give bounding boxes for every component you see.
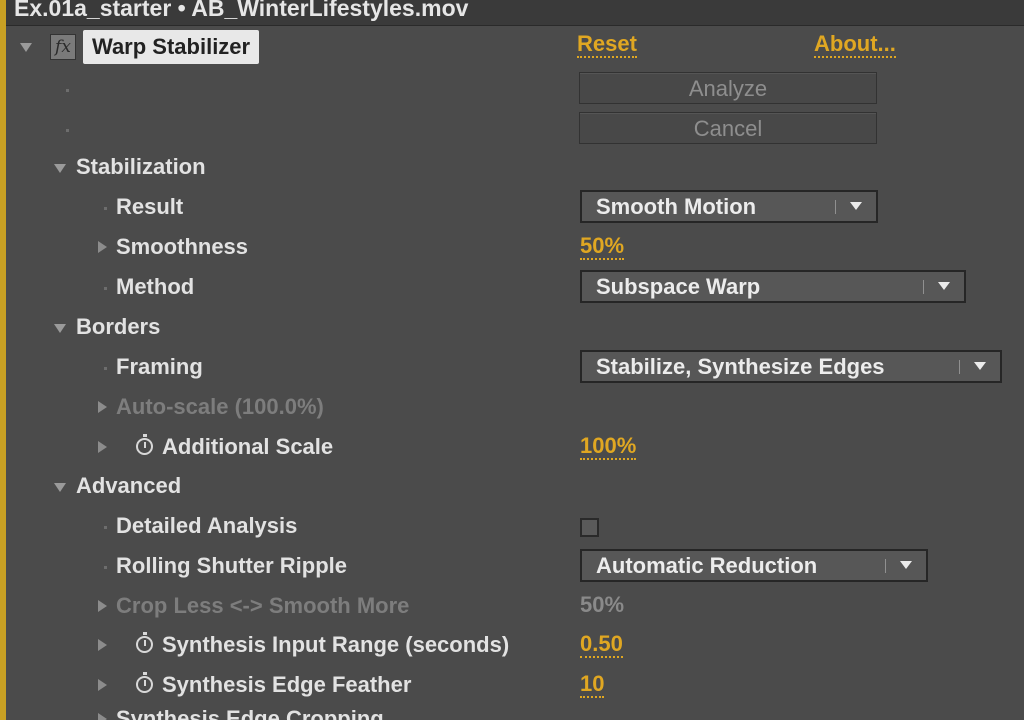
property-label: Additional Scale (162, 434, 334, 459)
framing-row: Framing Stabilize, Synthesize Edges (6, 348, 1024, 388)
property-label: Framing (116, 354, 203, 379)
group-label: Advanced (76, 473, 182, 498)
cancel-button[interactable]: Cancel (579, 112, 877, 144)
advanced-group[interactable]: Advanced (6, 467, 1024, 507)
property-label: Smoothness (116, 234, 249, 259)
effect-name[interactable]: Warp Stabilizer (83, 30, 260, 64)
smoothness-row: Smoothness 50% (6, 228, 1024, 268)
twirl-closed-icon[interactable] (98, 679, 107, 691)
property-label: Result (116, 194, 184, 219)
detailed-analysis-row: Detailed Analysis (6, 507, 1024, 547)
chevron-down-icon (938, 282, 950, 290)
result-dropdown[interactable]: Smooth Motion (580, 190, 878, 223)
effect-header-row[interactable]: fx Warp Stabilizer Reset About... (6, 28, 1024, 68)
panel-title: Ex.01a_starter • AB_WinterLifestyles.mov (6, 0, 1024, 26)
synthesis-input-range-value[interactable]: 0.50 (580, 632, 623, 658)
row-dot (66, 129, 69, 132)
twirl-closed-icon[interactable] (98, 713, 107, 720)
cancel-row: Cancel (6, 110, 1024, 150)
dropdown-value: Automatic Reduction (596, 553, 818, 578)
dropdown-value: Smooth Motion (596, 194, 757, 219)
chevron-down-icon (900, 561, 912, 569)
chevron-down-icon (974, 362, 986, 370)
dropdown-separator (885, 559, 886, 573)
twirl-closed-icon[interactable] (98, 600, 107, 612)
group-label: Stabilization (76, 154, 206, 179)
property-label: Crop Less <-> Smooth More (116, 593, 410, 618)
method-dropdown[interactable]: Subspace Warp (580, 270, 966, 303)
property-label: Synthesis Edge Cropping (116, 706, 384, 720)
dropdown-value: Stabilize, Synthesize Edges (596, 354, 885, 379)
effect-controls-panel: Ex.01a_starter • AB_WinterLifestyles.mov… (0, 0, 1024, 720)
twirl-closed-icon[interactable] (98, 441, 107, 453)
synthesis-edge-feather-value[interactable]: 10 (580, 672, 605, 698)
twirl-closed-icon[interactable] (98, 639, 107, 651)
fx-icon[interactable]: fx (50, 34, 76, 60)
dropdown-value: Subspace Warp (596, 274, 761, 299)
additional-scale-row: Additional Scale 100% (6, 428, 1024, 468)
property-label: Method (116, 274, 195, 299)
property-label: Auto-scale (100.0%) (116, 394, 324, 419)
crop-less-row: Crop Less <-> Smooth More 50% (6, 587, 1024, 627)
about-button[interactable]: About... (814, 32, 896, 58)
stopwatch-icon[interactable] (136, 632, 153, 653)
stabilization-group[interactable]: Stabilization (6, 148, 1024, 188)
analyze-row: Analyze (6, 70, 1024, 110)
row-dot (66, 89, 69, 92)
result-row: Result Smooth Motion (6, 188, 1024, 228)
twirl-open-icon[interactable] (20, 43, 32, 52)
twirl-closed-icon[interactable] (98, 241, 107, 253)
stopwatch-icon[interactable] (136, 434, 153, 455)
twirl-closed-icon[interactable] (98, 401, 107, 413)
additional-scale-value[interactable]: 100% (580, 434, 637, 460)
chevron-down-icon (850, 202, 862, 210)
row-dot (104, 526, 107, 529)
dropdown-separator (923, 280, 924, 294)
property-label: Synthesis Edge Feather (162, 672, 412, 697)
row-dot (104, 566, 107, 569)
property-label: Synthesis Input Range (seconds) (162, 632, 510, 657)
borders-group[interactable]: Borders (6, 308, 1024, 348)
property-label: Rolling Shutter Ripple (116, 553, 347, 578)
reset-button[interactable]: Reset (577, 32, 637, 58)
rolling-shutter-row: Rolling Shutter Ripple Automatic Reducti… (6, 547, 1024, 587)
row-dot (104, 367, 107, 370)
crop-less-value: 50% (580, 592, 625, 617)
synthesis-edge-cropping-row: Synthesis Edge Cropping (6, 700, 1024, 720)
stopwatch-icon[interactable] (136, 672, 153, 693)
twirl-open-icon[interactable] (54, 483, 66, 492)
analyze-button[interactable]: Analyze (579, 72, 877, 104)
row-dot (104, 287, 107, 290)
property-label: Detailed Analysis (116, 513, 298, 538)
group-label: Borders (76, 314, 161, 339)
detailed-analysis-checkbox[interactable] (580, 518, 599, 537)
dropdown-separator (835, 200, 836, 214)
twirl-open-icon[interactable] (54, 164, 66, 173)
method-row: Method Subspace Warp (6, 268, 1024, 308)
rolling-shutter-dropdown[interactable]: Automatic Reduction (580, 549, 928, 582)
auto-scale-row: Auto-scale (100.0%) (6, 388, 1024, 428)
twirl-open-icon[interactable] (54, 324, 66, 333)
synthesis-input-range-row: Synthesis Input Range (seconds) 0.50 (6, 626, 1024, 666)
dropdown-separator (959, 360, 960, 374)
row-dot (104, 207, 107, 210)
smoothness-value[interactable]: 50% (580, 234, 625, 260)
framing-dropdown[interactable]: Stabilize, Synthesize Edges (580, 350, 1002, 383)
